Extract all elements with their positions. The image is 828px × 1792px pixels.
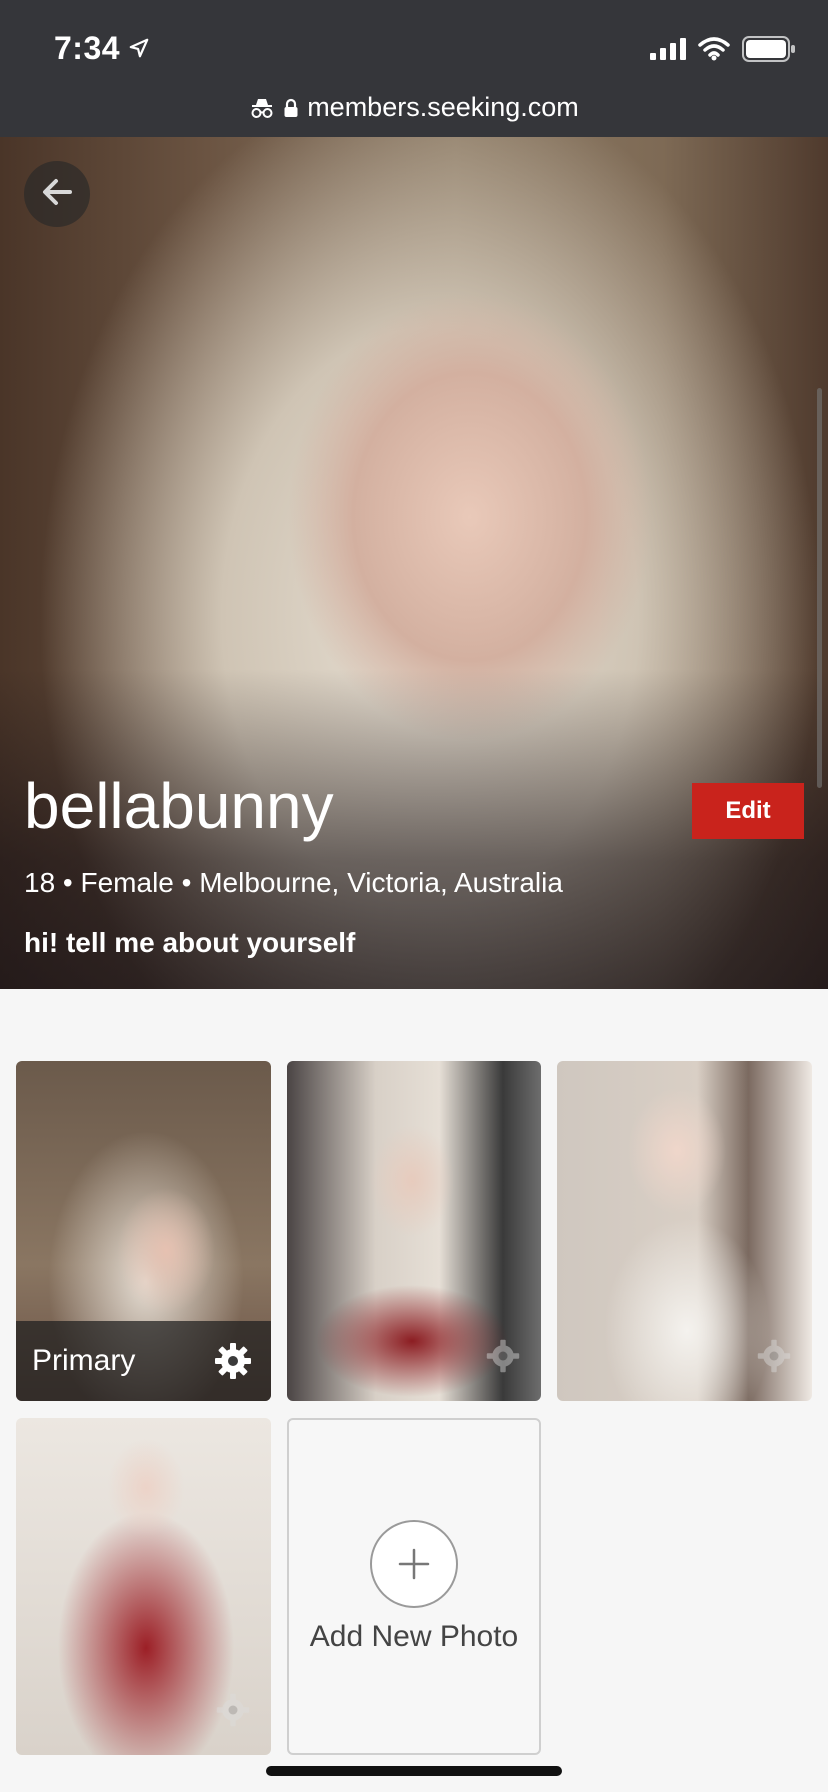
lock-icon [283,98,299,118]
status-time: 7:34 [54,30,150,67]
photo-3[interactable] [557,1061,812,1401]
profile-username: bellabunny [24,770,334,842]
photo-4[interactable] [16,1418,271,1755]
home-indicator[interactable] [266,1766,562,1776]
edit-button[interactable]: Edit [692,783,804,839]
incognito-icon [249,97,275,119]
location-arrow-icon [128,30,150,67]
plus-icon [370,1520,458,1608]
photo-2[interactable] [287,1061,541,1401]
arrow-left-icon [37,172,77,217]
profile-details: 18 • Female • Melbourne, Victoria, Austr… [24,867,563,898]
primary-label: Primary [32,1344,136,1377]
url-text: members.seeking.com [307,92,579,122]
gear-icon[interactable] [213,1341,253,1381]
gear-icon[interactable] [215,1692,251,1733]
time-text: 7:34 [54,30,121,66]
add-photo-label: Add New Photo [309,1620,519,1653]
browser-chrome: 7:34 members.seeking.com [0,0,828,137]
add-photo-button[interactable]: Add New Photo [287,1418,541,1755]
gear-icon[interactable] [485,1338,521,1379]
url-bar[interactable]: members.seeking.com [0,92,828,123]
profile-bio: hi! tell me about yourself [24,927,356,958]
primary-photo-bar: Primary [16,1321,271,1401]
gear-icon[interactable] [756,1338,792,1379]
photo-primary[interactable]: Primary [16,1061,271,1401]
scrollbar[interactable] [817,388,822,788]
signal-icon [650,38,686,65]
status-icons [650,36,796,67]
battery-icon [742,36,796,67]
profile-hero: bellabunny Edit 18 • Female • Melbourne,… [0,137,828,989]
wifi-icon [698,37,730,66]
back-button[interactable] [24,161,90,227]
